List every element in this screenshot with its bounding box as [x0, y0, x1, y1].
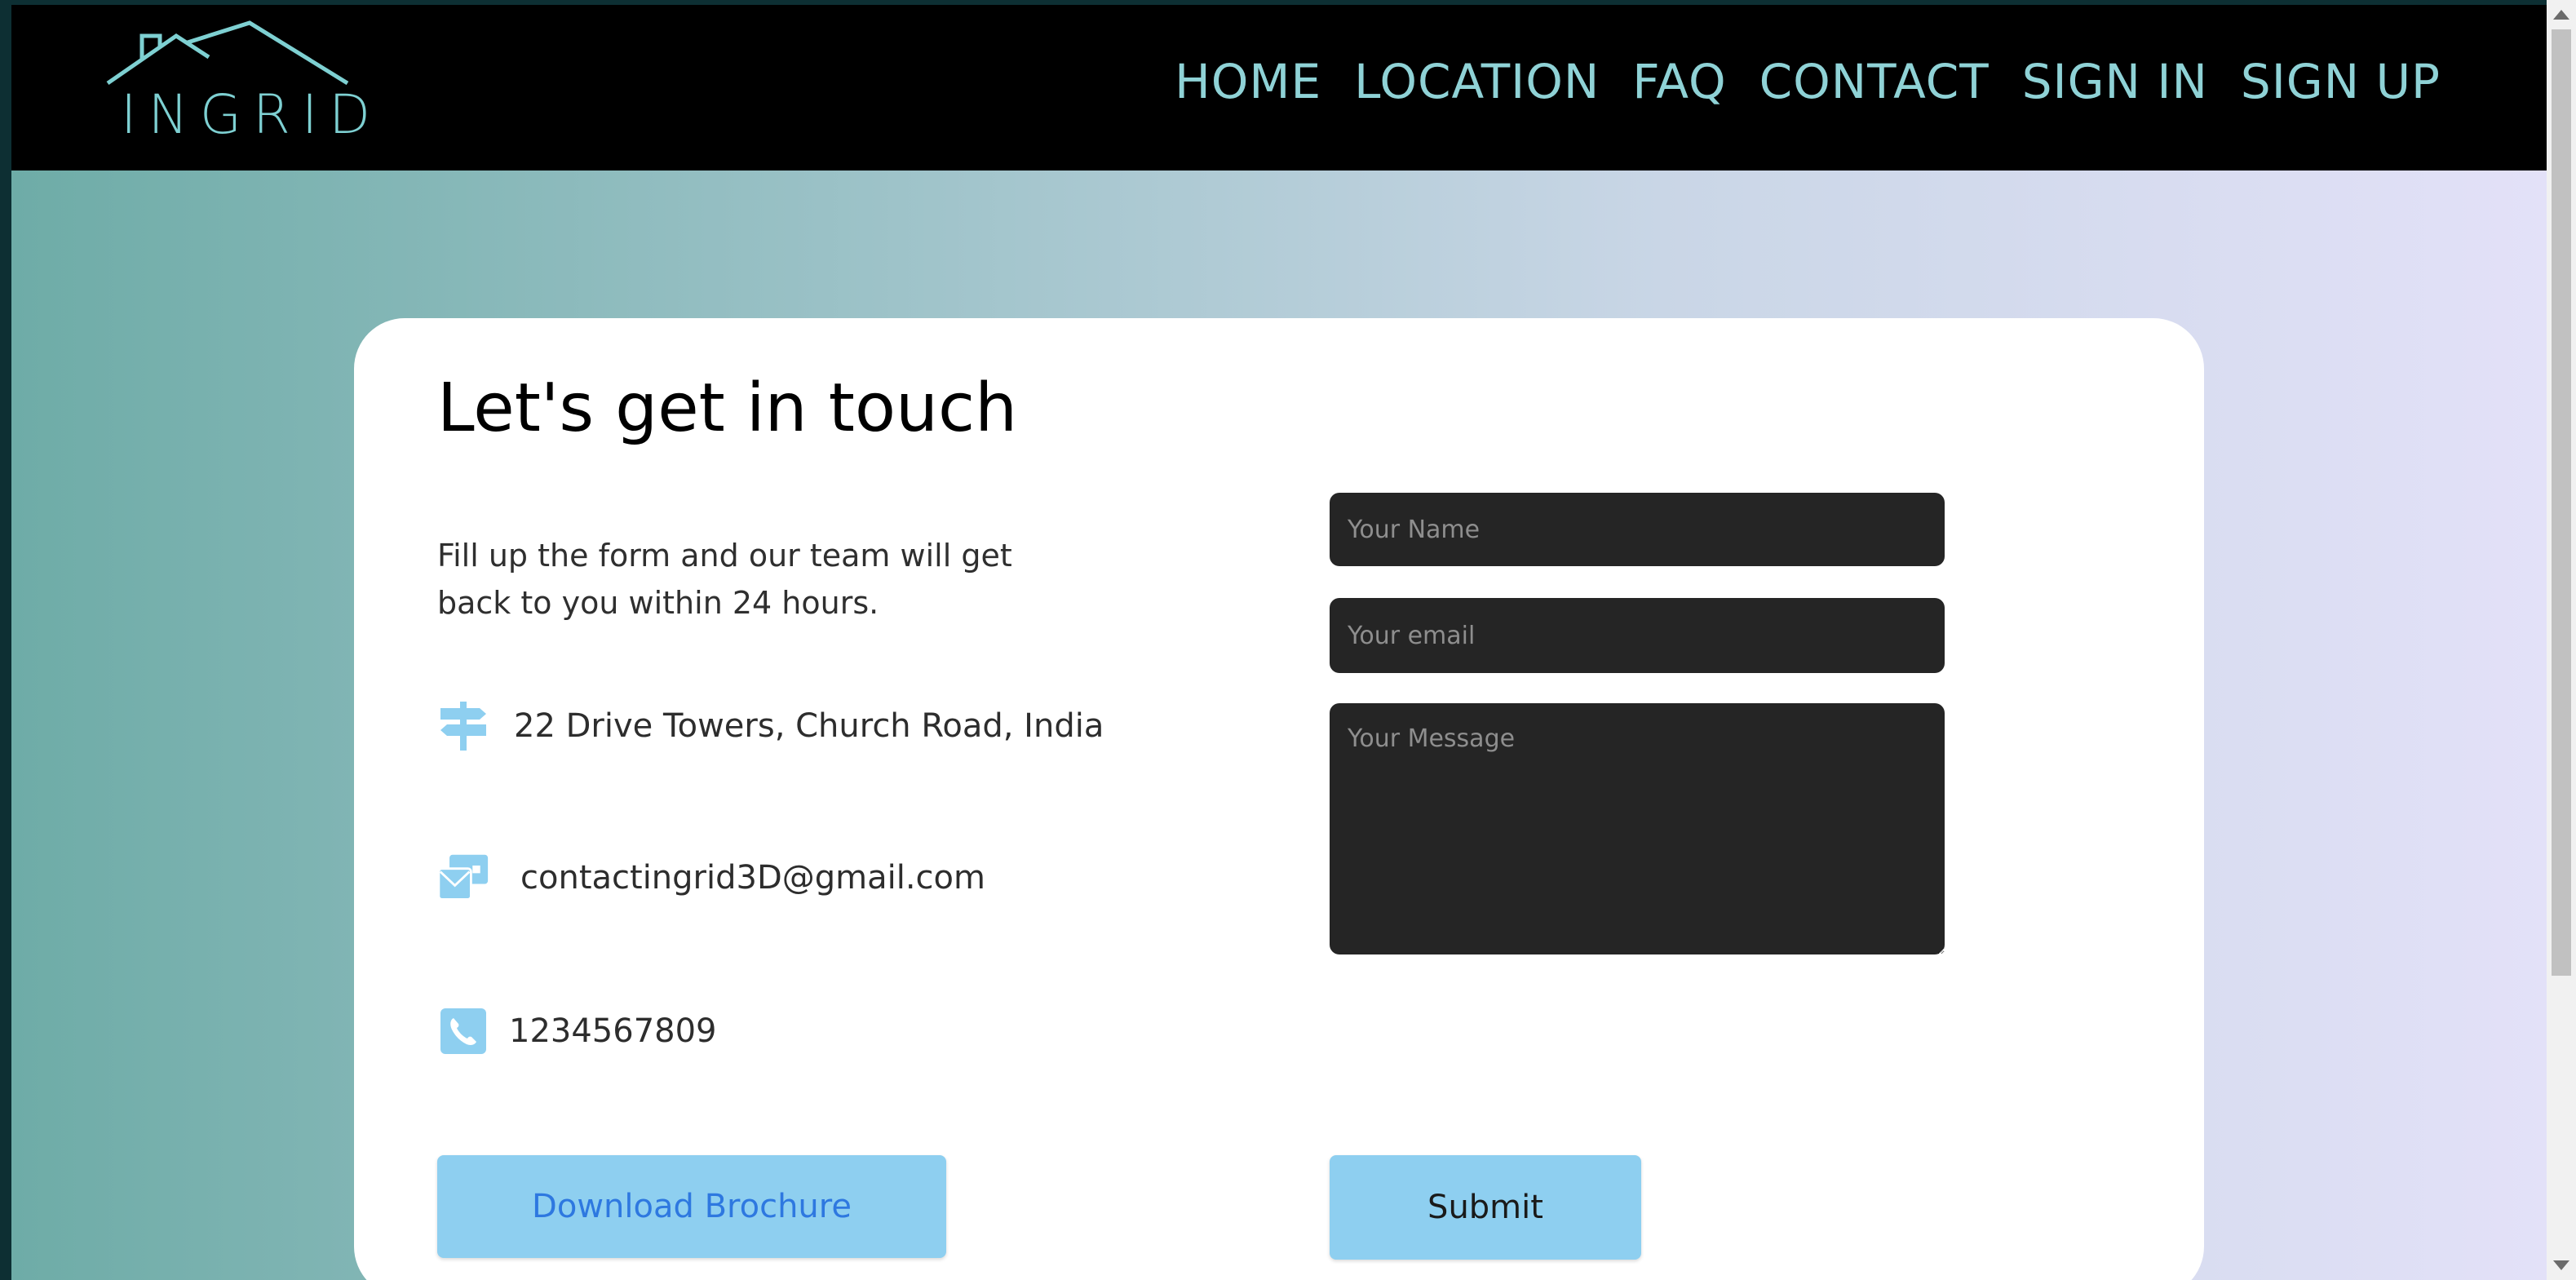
nav-sign-up[interactable]: SIGN UP	[2241, 54, 2441, 109]
vertical-scrollbar[interactable]	[2547, 0, 2576, 1280]
page-viewport: INGRID HOME LOCATION FAQ CONTACT SIGN IN…	[11, 5, 2547, 1280]
scroll-thumb[interactable]	[2552, 29, 2571, 976]
nav-sign-in[interactable]: SIGN IN	[2022, 54, 2208, 109]
email-field[interactable]	[1330, 598, 1945, 673]
phone-row: 1234567809	[437, 1005, 717, 1057]
email-row: contactingrid3D@gmail.com	[437, 852, 985, 904]
logo-text: INGRID	[121, 83, 383, 146]
nav-faq[interactable]: FAQ	[1632, 54, 1726, 109]
submit-button[interactable]: Submit	[1330, 1155, 1641, 1260]
nav-home[interactable]: HOME	[1175, 54, 1321, 109]
main-nav: HOME LOCATION FAQ CONTACT SIGN IN SIGN U…	[1175, 54, 2441, 109]
download-brochure-button[interactable]: Download Brochure	[437, 1155, 946, 1258]
scroll-down-icon[interactable]	[2553, 1260, 2569, 1270]
page-title: Let's get in touch	[437, 369, 1018, 447]
envelope-icon	[437, 852, 489, 904]
name-field[interactable]	[1330, 493, 1945, 566]
address-text: 22 Drive Towers, Church Road, India	[514, 707, 1104, 745]
logo[interactable]: INGRID	[103, 18, 370, 148]
message-field[interactable]	[1330, 703, 1945, 954]
phone-icon	[437, 1005, 489, 1057]
address-row: 22 Drive Towers, Church Road, India	[437, 700, 1104, 752]
navbar: INGRID HOME LOCATION FAQ CONTACT SIGN IN…	[11, 5, 2547, 171]
scroll-up-icon[interactable]	[2553, 10, 2569, 20]
contact-card: Let's get in touch Fill up the form and …	[354, 318, 2204, 1280]
nav-contact[interactable]: CONTACT	[1759, 54, 1990, 109]
signpost-icon	[437, 700, 489, 752]
email-text[interactable]: contactingrid3D@gmail.com	[520, 859, 985, 897]
phone-text[interactable]: 1234567809	[509, 1012, 717, 1050]
house-roof-icon	[106, 20, 349, 86]
contact-subtitle: Fill up the form and our team will get b…	[437, 538, 1012, 621]
nav-location[interactable]: LOCATION	[1354, 54, 1600, 109]
